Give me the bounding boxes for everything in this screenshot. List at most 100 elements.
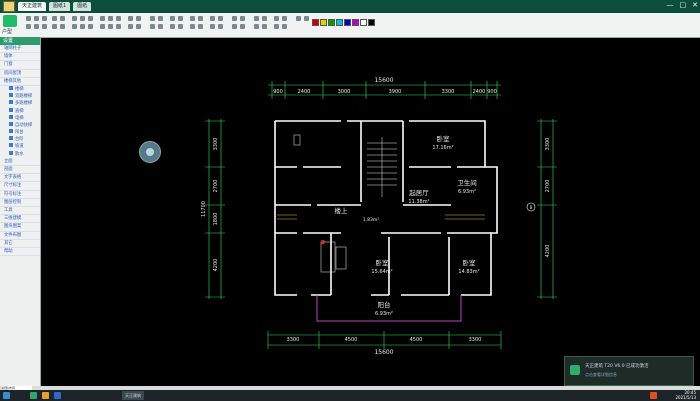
ribbon-tool-icon[interactable]	[116, 24, 121, 29]
ribbon-tool-icon[interactable]	[80, 24, 85, 29]
sidebar-item[interactable]: 门窗	[0, 61, 40, 70]
tab-drawing[interactable]: 图纸	[73, 2, 92, 11]
ribbon-tool-icon[interactable]	[26, 16, 31, 21]
ribbon-tool-icon[interactable]	[88, 24, 93, 29]
color-swatch[interactable]	[336, 19, 343, 26]
ribbon-tool-icon[interactable]	[232, 16, 237, 21]
ribbon-tool-icon[interactable]	[72, 16, 77, 21]
ribbon-tool-icon[interactable]	[42, 24, 47, 29]
ribbon-tool-icon[interactable]	[262, 16, 267, 21]
ribbon-tool-icon[interactable]	[158, 16, 163, 21]
ribbon-tool-icon[interactable]	[282, 24, 287, 29]
ribbon-tool-icon[interactable]	[240, 24, 245, 29]
ribbon-tool-icon[interactable]	[34, 16, 39, 21]
sidebar-subitem[interactable]: 散水	[0, 150, 40, 158]
clock[interactable]: 20:45 2021/5/13	[675, 390, 696, 400]
ribbon-tool-icon[interactable]	[52, 16, 57, 21]
sidebar-item[interactable]: 图层控制	[0, 199, 40, 207]
ribbon-tool-icon[interactable]	[116, 16, 121, 21]
ribbon-tool-icon[interactable]	[254, 24, 259, 29]
sidebar-subitem[interactable]: 双跑楼梯	[0, 93, 40, 100]
sidebar-item[interactable]: 墙体	[0, 53, 40, 62]
ribbon-tool-icon[interactable]	[240, 16, 245, 21]
ribbon-tool-icon[interactable]	[262, 24, 267, 29]
taskbar-window-button[interactable]: 天正建筑	[122, 391, 144, 400]
color-swatch[interactable]	[312, 19, 319, 26]
sidebar-item[interactable]: 剖面	[0, 166, 40, 175]
ribbon-tool-icon[interactable]	[178, 24, 183, 29]
ribbon-tool-icon[interactable]	[128, 16, 133, 21]
sidebar-item[interactable]: 文件布图	[0, 232, 40, 240]
sidebar-item[interactable]: 轴网柱子	[0, 45, 40, 54]
drawing-canvas[interactable]: 15600 15600 900 2400 3000 3900 3300 2400 900 3300…	[41, 37, 700, 386]
maximize-button[interactable]: □	[680, 1, 687, 9]
ribbon-tool-icon[interactable]	[170, 24, 175, 29]
sidebar-item[interactable]: 图块图案	[0, 223, 40, 232]
sidebar-item[interactable]: 楼梯其他	[0, 78, 40, 86]
ribbon-tool-icon[interactable]	[136, 16, 141, 21]
color-swatch[interactable]	[344, 19, 351, 26]
sidebar-subitem[interactable]: 直梯	[0, 107, 40, 115]
ribbon-tool-icon[interactable]	[296, 16, 301, 21]
ribbon-tool-icon[interactable]	[52, 24, 57, 29]
ribbon-tool-icon[interactable]	[150, 24, 155, 29]
notification-toast[interactable]: 天正建筑 T20 V6.0 已成功激活 点击查看详细信息	[564, 356, 694, 386]
ribbon-tool-icon[interactable]	[304, 16, 309, 21]
minimize-button[interactable]: —	[667, 1, 674, 9]
ribbon-tool-icon[interactable]	[88, 16, 93, 21]
sidebar-item[interactable]: 其它	[0, 240, 40, 248]
sidebar-item[interactable]: 工具	[0, 207, 40, 216]
ribbon-tool-icon[interactable]	[198, 24, 203, 29]
ribbon-tool-icon[interactable]	[128, 24, 133, 29]
ribbon-tool-icon[interactable]	[34, 24, 39, 29]
sidebar-header[interactable]: 设置	[0, 37, 40, 45]
sidebar-item[interactable]: 房间屋顶	[0, 70, 40, 78]
ribbon-tool-icon[interactable]	[158, 24, 163, 29]
sidebar-item[interactable]: 文字表格	[0, 174, 40, 183]
ribbon-tool-icon[interactable]	[108, 16, 113, 21]
ribbon-tool-icon[interactable]	[274, 24, 279, 29]
ribbon-tool-icon[interactable]	[170, 16, 175, 21]
ribbon-tool-icon[interactable]	[100, 24, 105, 29]
ribbon-tool-icon[interactable]	[108, 24, 113, 29]
sidebar-item[interactable]: 三维建模	[0, 215, 40, 224]
color-swatch[interactable]	[352, 19, 359, 26]
sidebar-item[interactable]: 符号标注	[0, 191, 40, 199]
ribbon-tool-icon[interactable]	[60, 16, 65, 21]
ribbon-tool-icon[interactable]	[100, 16, 105, 21]
ribbon-tool-icon[interactable]	[42, 16, 47, 21]
folder-icon[interactable]	[42, 392, 49, 399]
sidebar-subitem[interactable]: 阳台	[0, 129, 40, 136]
sidebar-subitem[interactable]: 台阶	[0, 136, 40, 143]
tray-app-icon[interactable]	[650, 392, 657, 399]
sidebar-item[interactable]: 立面	[0, 158, 40, 166]
ribbon-tool-icon[interactable]	[218, 24, 223, 29]
ribbon-tool-icon[interactable]	[190, 16, 195, 21]
sidebar-subitem[interactable]: 电梯	[0, 114, 40, 122]
ribbon-tool-icon[interactable]	[60, 24, 65, 29]
sidebar-subitem[interactable]: 多跑楼梯	[0, 100, 40, 107]
ribbon-tool-icon[interactable]	[282, 16, 287, 21]
app-menu-button[interactable]	[3, 1, 15, 12]
color-swatch[interactable]	[320, 19, 327, 26]
ribbon-tool-icon[interactable]	[136, 24, 141, 29]
app-taskbar-icon[interactable]	[30, 392, 37, 399]
ribbon-tool-icon[interactable]	[198, 16, 203, 21]
color-swatch[interactable]	[368, 19, 375, 26]
ribbon-tool-icon[interactable]	[150, 16, 155, 21]
sidebar-item[interactable]: 尺寸标注	[0, 182, 40, 191]
ribbon-tool-icon[interactable]	[254, 16, 259, 21]
sidebar-subitem[interactable]: 自动扶梯	[0, 121, 40, 129]
sidebar-subitem[interactable]: 坡道	[0, 143, 40, 150]
ribbon-tool-icon[interactable]	[274, 16, 279, 21]
ribbon-tool-icon[interactable]	[210, 24, 215, 29]
color-swatch[interactable]	[328, 19, 335, 26]
app-logo-icon[interactable]	[3, 15, 17, 27]
browser-icon[interactable]	[54, 392, 61, 399]
ribbon-tool-icon[interactable]	[26, 24, 31, 29]
start-icon[interactable]	[3, 392, 10, 399]
ribbon-tool-icon[interactable]	[178, 16, 183, 21]
color-swatch[interactable]	[360, 19, 367, 26]
close-button[interactable]: ✕	[692, 1, 698, 9]
ribbon-tool-icon[interactable]	[210, 16, 215, 21]
